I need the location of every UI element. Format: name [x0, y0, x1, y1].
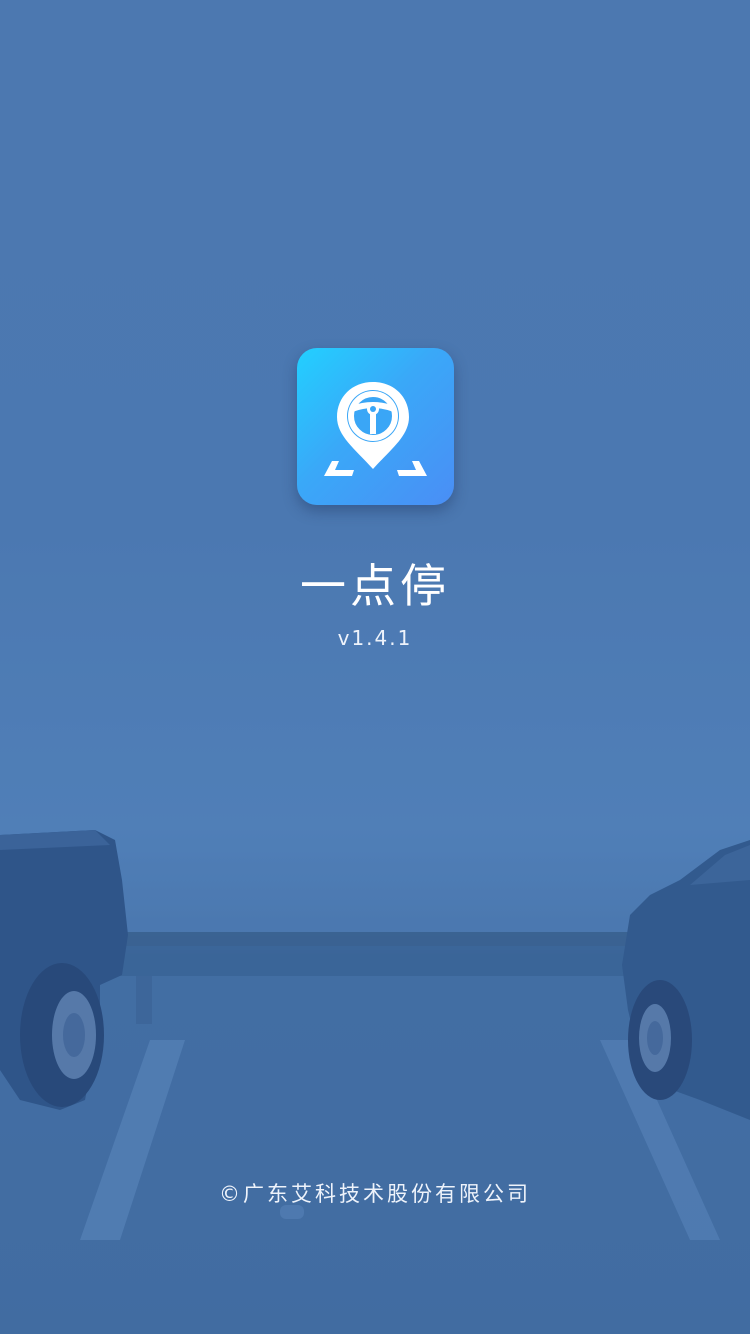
- steering-wheel-location-pin-icon: [324, 382, 427, 476]
- parking-lot-background: [0, 0, 750, 1334]
- app-name: 一点停: [300, 559, 450, 613]
- copyright-text: ©广东艾科技术股份有限公司: [219, 1182, 531, 1206]
- app-version: v1.4.1: [337, 626, 413, 650]
- splash-screen: 一点停 v1.4.1 ©广东艾科技术股份有限公司: [0, 0, 750, 1334]
- app-logo: [297, 348, 454, 505]
